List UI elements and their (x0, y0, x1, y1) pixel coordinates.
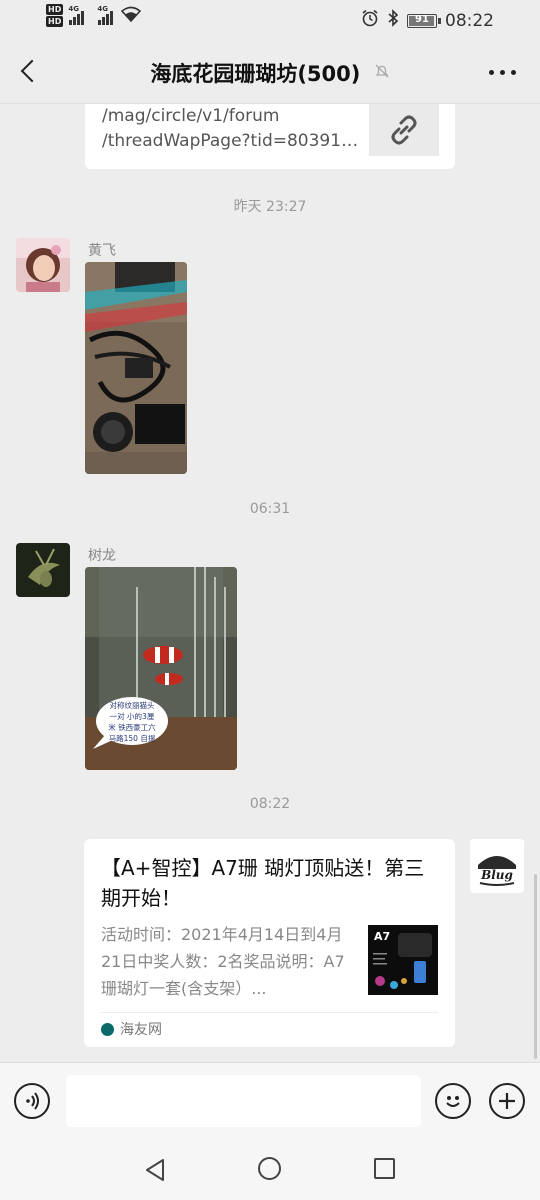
emoji-button[interactable] (435, 1083, 471, 1119)
hd-badge-1: HD (46, 4, 64, 15)
chat-header: 海底花园珊瑚坊(500) (0, 40, 540, 104)
caption-line: 一对 小的3厘 (110, 711, 155, 721)
nav-home-button[interactable] (258, 1157, 281, 1180)
timestamp: 06:31 (249, 501, 291, 517)
link-icon (369, 104, 439, 156)
link-message-card[interactable]: /mag/circle/v1/forum /threadWapPage?tid=… (85, 104, 455, 169)
timestamp: 昨天 23:27 (233, 199, 307, 215)
input-bar (0, 1062, 540, 1140)
my-avatar[interactable]: Blug (470, 839, 524, 893)
news-card[interactable]: 【A+智控】A7珊 瑚灯顶贴送！第三期开始！ 活动时间：2021年4月14日到4… (84, 839, 455, 1047)
news-description: 活动时间：2021年4月14日到4月21日中奖人数：2名奖品说明：A7珊瑚灯一套… (101, 925, 345, 998)
timestamp: 08:22 (249, 796, 291, 812)
my-avatar-logo: Blug (480, 868, 513, 882)
more-options-button[interactable] (489, 70, 516, 75)
caption-line: 对称纹丽猫头 (110, 700, 155, 710)
source-logo-icon (101, 1022, 114, 1036)
news-thumb-label: A7 (374, 930, 390, 943)
image-message[interactable] (85, 262, 187, 474)
bluetooth-icon (387, 9, 399, 32)
status-bar: HD HD 4G 4G 91 08:22 (0, 0, 540, 40)
caption-line: 米 铁西豪工六 (108, 722, 156, 732)
voice-button[interactable] (14, 1083, 50, 1119)
chat-title: 海底花园珊瑚坊(500) (150, 62, 361, 86)
news-source-name: 海友网 (120, 1022, 162, 1038)
plus-icon (499, 1093, 515, 1109)
clock-time: 08:22 (445, 10, 494, 31)
signal-2-icon: 4G (97, 5, 114, 25)
nav-back-button[interactable] (144, 1158, 166, 1186)
image-message[interactable]: 对称纹丽猫头 一对 小的3厘 米 铁西豪工六 马路150 自提 (85, 567, 237, 770)
caption-line: 马路150 自提 (109, 733, 156, 743)
emoji-icon (446, 1096, 460, 1107)
news-source: 海友网 (101, 1019, 162, 1039)
system-nav-bar (0, 1140, 540, 1200)
voice-icon (26, 1092, 39, 1110)
avatar-huangfei[interactable] (16, 238, 70, 292)
battery-icon: 91 (407, 13, 441, 28)
wifi-icon (121, 6, 142, 26)
signal-1-icon: 4G (68, 5, 85, 25)
mute-bell-icon (374, 63, 390, 83)
sender-name: 树龙 (88, 548, 116, 564)
nav-recents-button[interactable] (374, 1158, 395, 1179)
message-input[interactable] (66, 1075, 421, 1127)
avatar-shulong[interactable] (16, 543, 70, 597)
scrollbar[interactable] (534, 874, 537, 1059)
link-url-text: /mag/circle/v1/forum /threadWapPage?tid=… (102, 106, 359, 151)
sender-name: 黄飞 (88, 243, 116, 259)
news-title: 【A+智控】A7珊 瑚灯顶贴送！第三期开始！ (101, 856, 425, 910)
alarm-icon (361, 9, 379, 32)
chat-area[interactable]: /mag/circle/v1/forum /threadWapPage?tid=… (0, 104, 540, 1062)
news-thumbnail: A7 (368, 925, 438, 995)
add-more-button[interactable] (489, 1083, 525, 1119)
hd-badge-2: HD (46, 16, 64, 27)
